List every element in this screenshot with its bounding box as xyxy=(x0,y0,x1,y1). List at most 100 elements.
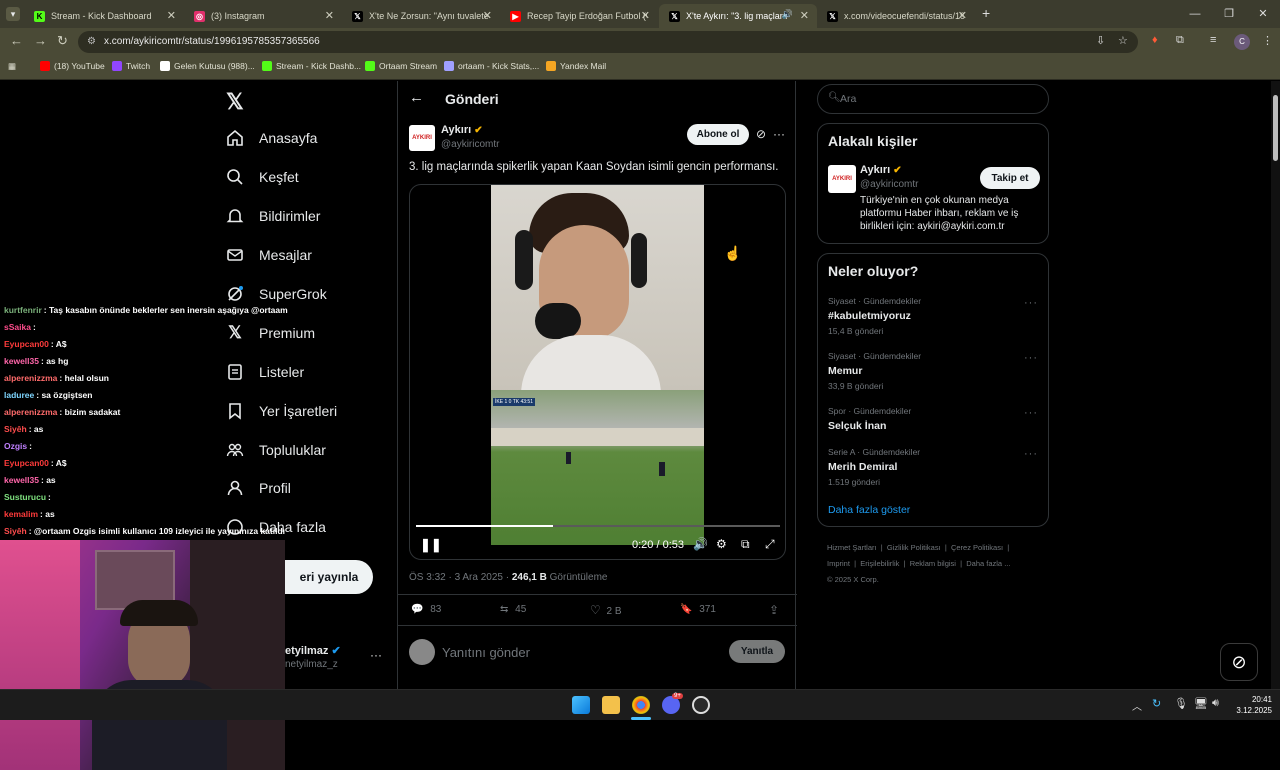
tab-youtube-erdogan[interactable]: ▶ Recep Tayip Erdoğan Futbol (G ✕ xyxy=(500,4,658,28)
close-icon[interactable]: ✕ xyxy=(958,9,967,22)
reload-icon[interactable]: ↻ xyxy=(57,33,68,49)
nav-profile[interactable]: Profil xyxy=(225,475,291,501)
volume-icon[interactable]: 🔊 xyxy=(693,537,708,551)
apps-grid-icon[interactable]: ▦ xyxy=(8,61,16,72)
related-name[interactable]: Aykırı ✔ xyxy=(860,164,902,176)
follow-button[interactable]: Takip et xyxy=(980,167,1040,189)
clock[interactable]: 20:41 3.12.2025 xyxy=(1230,694,1272,716)
extension-icon[interactable]: ♦ xyxy=(1152,34,1158,46)
video-player[interactable]: İKE 1 0 TK 43:51 ❚❚ 0:20 / 0:53 🔊 ⚙ ⧉ ⤢ xyxy=(409,184,786,560)
grok-float-button[interactable]: ⊘ xyxy=(1220,643,1258,681)
grok-explain-icon[interactable]: ⊘ xyxy=(756,127,766,141)
bookmark-ortaam-stream[interactable]: Ortaam Stream xyxy=(365,61,437,71)
trend-item[interactable]: Siyaset · Gündemdekiler Memur 33,9 B gön… xyxy=(828,351,921,391)
tab-aykiri-active[interactable]: 𝕏 X'te Aykırı: "3. lig maçlarında 🔊 ✕ xyxy=(659,4,817,28)
chrome-icon[interactable] xyxy=(632,696,650,714)
trend-item[interactable]: Serie A · Gündemdekiler Merih Demiral 1.… xyxy=(828,447,920,487)
repost-action[interactable]: ⇆ 45 xyxy=(500,604,526,615)
reply-action[interactable]: 💬 83 xyxy=(411,604,441,615)
tab-ne-zorsun[interactable]: 𝕏 X'te Ne Zorsun: "Aynı tuvalete ✕ xyxy=(342,4,500,28)
close-icon[interactable]: ✕ xyxy=(325,9,334,22)
share-icon[interactable]: ⇪ xyxy=(769,603,779,617)
bookmark-yandex-mail[interactable]: Yandex Mail xyxy=(546,61,606,71)
obs-icon[interactable] xyxy=(692,696,710,714)
close-icon[interactable]: ✕ xyxy=(167,9,176,22)
nav-home[interactable]: Anasayfa xyxy=(225,125,317,151)
settings-icon[interactable]: ⚙ xyxy=(716,537,727,551)
footer-link[interactable]: Imprint xyxy=(827,559,850,568)
bookmark-youtube[interactable]: (18) YouTube xyxy=(40,61,105,71)
back-icon[interactable]: ← xyxy=(10,33,23,48)
trend-more-icon[interactable]: ··· xyxy=(1024,297,1038,309)
nav-notifications[interactable]: Bildirimler xyxy=(225,203,320,229)
footer-link[interactable]: Reklam bilgisi xyxy=(910,559,956,568)
speaker-icon[interactable]: 🔊 xyxy=(782,9,793,20)
subscribe-button[interactable]: Abone ol xyxy=(687,124,749,145)
nav-supergrok[interactable]: SuperGrok xyxy=(225,281,327,307)
microphone-icon[interactable]: 🎙︎ xyxy=(1174,697,1188,710)
trend-item[interactable]: Siyaset · Gündemdekiler #kabuletmiyoruz … xyxy=(828,296,921,336)
bookmark-twitch[interactable]: Twitch xyxy=(112,61,150,71)
scrollbar-thumb[interactable] xyxy=(1273,95,1278,161)
bookmark-kick-dashboard[interactable]: Stream - Kick Dashb... xyxy=(262,61,361,71)
fullscreen-icon[interactable]: ⤢ xyxy=(765,537,775,552)
back-arrow-icon[interactable]: ← xyxy=(409,89,424,106)
author-handle[interactable]: @aykiricomtr xyxy=(441,139,500,150)
close-window-icon[interactable]: ✕ xyxy=(1246,0,1280,28)
windows-start-icon[interactable] xyxy=(572,696,590,714)
site-info-icon[interactable]: ⚙ xyxy=(87,31,96,53)
close-icon[interactable]: ✕ xyxy=(483,9,492,22)
x-logo-icon[interactable]: 𝕏 xyxy=(226,89,244,115)
tab-instagram[interactable]: ◎ (3) Instagram ✕ xyxy=(184,4,342,28)
media-control-icon[interactable]: ≡ xyxy=(1210,34,1216,46)
like-action[interactable]: ♡ 2 B xyxy=(590,603,622,617)
post-more-icon[interactable]: ··· xyxy=(773,127,785,141)
minimize-icon[interactable]: — xyxy=(1178,0,1212,28)
footer-link[interactable]: Gizlilik Politikası xyxy=(887,543,941,552)
scrollbar[interactable] xyxy=(1271,81,1280,689)
network-icon[interactable]: 🖥︎ xyxy=(1194,697,1208,710)
sync-icon[interactable]: ↻ xyxy=(1152,697,1161,710)
search-input[interactable]: 🔍︎ Ara xyxy=(817,84,1049,114)
star-icon[interactable]: ☆ xyxy=(1118,34,1128,47)
trend-more-icon[interactable]: ··· xyxy=(1024,407,1038,419)
footer-link[interactable]: Çerez Politikası xyxy=(951,543,1003,552)
footer-link[interactable]: Erişilebilirlik xyxy=(860,559,899,568)
nav-premium[interactable]: 𝕏 Premium xyxy=(225,320,315,346)
close-icon[interactable]: ✕ xyxy=(641,9,650,22)
reply-button[interactable]: Yanıtla xyxy=(729,640,785,663)
reply-input[interactable]: Yanıtını gönder xyxy=(442,645,530,660)
avatar[interactable]: AYKIRI xyxy=(828,165,856,193)
puzzle-icon[interactable]: ⧉ xyxy=(1176,34,1184,47)
profile-avatar[interactable]: C xyxy=(1234,34,1250,50)
nav-bookmarks[interactable]: Yer İşaretleri xyxy=(225,398,337,424)
avatar[interactable]: AYKIRI xyxy=(409,125,435,151)
pause-icon[interactable]: ❚❚ xyxy=(420,537,442,553)
tab-kick-dashboard[interactable]: K Stream - Kick Dashboard ✕ xyxy=(24,4,184,28)
volume-icon[interactable]: 🔊︎ xyxy=(1212,697,1219,710)
url-input[interactable]: ⚙ x.com/aykiricomtr/status/1996195785357… xyxy=(78,31,1138,53)
close-icon[interactable]: ✕ xyxy=(800,9,809,22)
menu-kebab-icon[interactable]: ⋮ xyxy=(1262,34,1273,47)
forward-icon[interactable]: → xyxy=(34,33,47,48)
trend-more-icon[interactable]: ··· xyxy=(1024,352,1038,364)
file-explorer-icon[interactable] xyxy=(602,696,620,714)
maximize-icon[interactable]: ❐ xyxy=(1212,0,1246,28)
show-more-link[interactable]: Daha fazla göster xyxy=(828,504,910,516)
author-name[interactable]: Aykırı ✔ xyxy=(441,124,483,136)
bookmark-gmail[interactable]: Gelen Kutusu (988)... xyxy=(160,61,255,71)
trend-more-icon[interactable]: ··· xyxy=(1024,448,1038,460)
nav-communities[interactable]: Topluluklar xyxy=(225,437,326,463)
bookmark-kick-stats[interactable]: ortaam - Kick Stats,... xyxy=(444,61,539,71)
footer-link[interactable]: Daha fazla ... xyxy=(966,559,1010,568)
nav-messages[interactable]: Mesajlar xyxy=(225,242,312,268)
bookmark-action[interactable]: 🔖 371 xyxy=(680,604,716,615)
tab-videocuefendi[interactable]: 𝕏 x.com/videocuefendi/status/19 ✕ xyxy=(817,4,975,28)
account-more-icon[interactable]: ··· xyxy=(370,648,382,662)
account-switcher[interactable]: etyilmaz ✔ xyxy=(285,644,341,657)
tab-search-icon[interactable]: ▾ xyxy=(6,7,20,21)
nav-lists[interactable]: Listeler xyxy=(225,359,304,385)
pip-icon[interactable]: ⧉ xyxy=(741,537,750,552)
chevron-up-icon[interactable]: ︿ xyxy=(1132,698,1142,713)
nav-explore[interactable]: Keşfet xyxy=(225,164,299,190)
